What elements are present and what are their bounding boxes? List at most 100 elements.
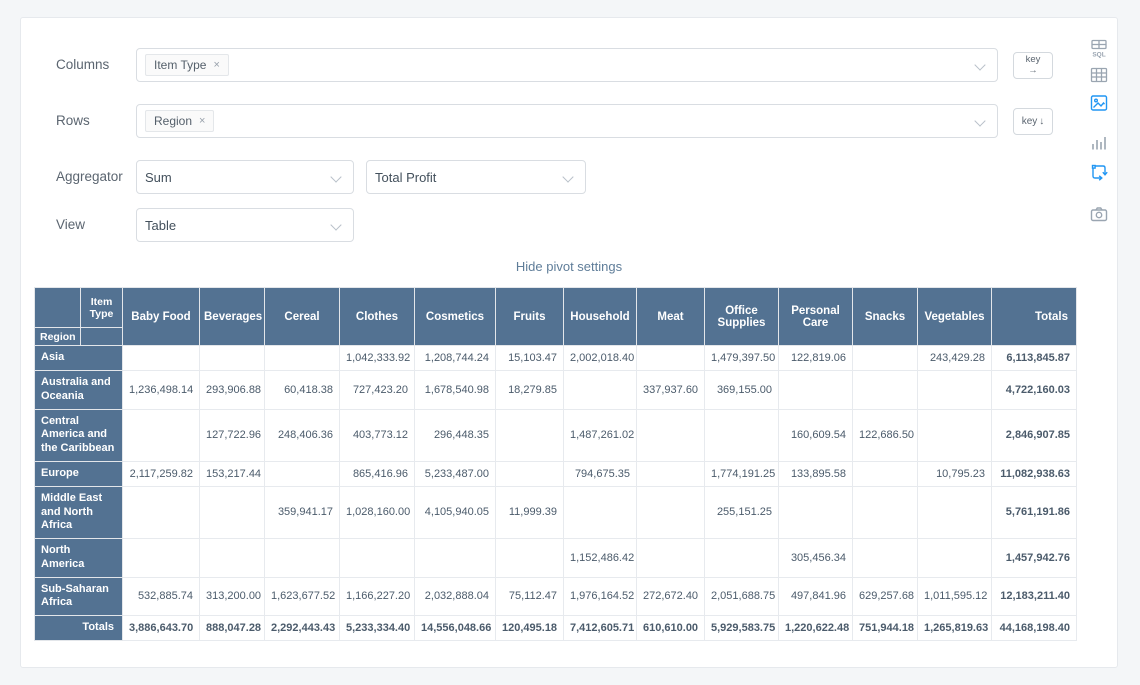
key-label: key bbox=[1026, 55, 1041, 65]
value-cell: 369,155.00 bbox=[705, 371, 779, 410]
value-cell bbox=[853, 371, 918, 410]
value-cell: 4,105,940.05 bbox=[415, 486, 496, 538]
pivot-icon[interactable] bbox=[1087, 160, 1111, 184]
value-cell: 2,117,259.82 bbox=[123, 461, 200, 486]
svg-text:SQL: SQL bbox=[1092, 52, 1105, 59]
sql-icon[interactable]: SQL bbox=[1087, 36, 1111, 60]
value-cell: 1,487,261.02 bbox=[564, 409, 637, 461]
column-total-cell: 888,047.28 bbox=[200, 616, 265, 641]
col-header: Clothes bbox=[340, 288, 415, 346]
columns-select[interactable]: Item Type × bbox=[136, 48, 998, 82]
value-cell bbox=[853, 539, 918, 578]
camera-icon[interactable] bbox=[1087, 202, 1111, 226]
pivot-table: Item TypeBaby FoodBeveragesCerealClothes… bbox=[34, 287, 1077, 641]
col-header: Cosmetics bbox=[415, 288, 496, 346]
chevron-down-icon bbox=[974, 59, 985, 70]
row-total-cell: 1,457,942.76 bbox=[992, 539, 1077, 578]
value-cell: 1,479,397.50 bbox=[705, 346, 779, 371]
row-total-cell: 2,846,907.85 bbox=[992, 409, 1077, 461]
value-cell: 127,722.96 bbox=[200, 409, 265, 461]
row-header: Central America and the Caribbean bbox=[35, 409, 123, 461]
rows-tag[interactable]: Region × bbox=[145, 110, 214, 132]
value-cell: 15,103.47 bbox=[496, 346, 564, 371]
value-cell: 403,773.12 bbox=[340, 409, 415, 461]
sort-columns-button[interactable]: key → bbox=[1013, 52, 1053, 79]
value-cell: 532,885.74 bbox=[123, 577, 200, 616]
value-cell bbox=[200, 346, 265, 371]
view-select[interactable]: Table bbox=[136, 208, 354, 242]
value-cell: 2,032,888.04 bbox=[415, 577, 496, 616]
col-header: Beverages bbox=[200, 288, 265, 346]
value-cell bbox=[200, 486, 265, 538]
value-cell bbox=[200, 539, 265, 578]
value-cell: 1,042,333.92 bbox=[340, 346, 415, 371]
rows-select[interactable]: Region × bbox=[136, 104, 998, 138]
value-cell bbox=[496, 409, 564, 461]
value-cell: 305,456.34 bbox=[779, 539, 853, 578]
value-cell bbox=[496, 539, 564, 578]
aggregator-select[interactable]: Sum bbox=[136, 160, 354, 194]
column-total-cell: 5,233,334.40 bbox=[340, 616, 415, 641]
col-header: Household bbox=[564, 288, 637, 346]
row-total-cell: 4,722,160.03 bbox=[992, 371, 1077, 410]
pivot-row: Middle East and North Africa359,941.171,… bbox=[35, 486, 1077, 538]
remove-tag-icon[interactable]: × bbox=[213, 60, 219, 71]
column-total-cell: 610,610.00 bbox=[637, 616, 705, 641]
sort-rows-button[interactable]: key ↓ bbox=[1013, 108, 1053, 135]
value-cell: 1,774,191.25 bbox=[705, 461, 779, 486]
chevron-down-icon bbox=[330, 219, 341, 230]
value-cell bbox=[637, 539, 705, 578]
value-cell bbox=[637, 486, 705, 538]
view-value: Table bbox=[145, 218, 176, 233]
column-total-cell: 14,556,048.66 bbox=[415, 616, 496, 641]
remove-tag-icon[interactable]: × bbox=[199, 116, 205, 127]
column-total-cell: 5,929,583.75 bbox=[705, 616, 779, 641]
corner-blank-2 bbox=[81, 328, 123, 346]
column-total-cell: 1,265,819.63 bbox=[918, 616, 992, 641]
totals-row-header: Totals bbox=[35, 616, 123, 641]
value-cell: 1,028,160.00 bbox=[340, 486, 415, 538]
row-total-cell: 6,113,845.87 bbox=[992, 346, 1077, 371]
value-cell bbox=[918, 409, 992, 461]
hide-pivot-settings-link[interactable]: Hide pivot settings bbox=[21, 259, 1117, 274]
chevron-down-icon bbox=[562, 171, 573, 182]
col-header: Meat bbox=[637, 288, 705, 346]
visualization-toolbar: SQL bbox=[1083, 36, 1115, 226]
row-total-cell: 5,761,191.86 bbox=[992, 486, 1077, 538]
value-cell: 296,448.35 bbox=[415, 409, 496, 461]
rows-label: Rows bbox=[56, 104, 90, 138]
value-cell: 255,151.25 bbox=[705, 486, 779, 538]
value-cell bbox=[123, 539, 200, 578]
value-cell: 1,678,540.98 bbox=[415, 371, 496, 410]
col-header: Vegetables bbox=[918, 288, 992, 346]
value-cell bbox=[123, 486, 200, 538]
column-total-cell: 751,944.18 bbox=[853, 616, 918, 641]
value-cell bbox=[123, 346, 200, 371]
value-cell: 1,976,164.52 bbox=[564, 577, 637, 616]
table-icon[interactable] bbox=[1087, 63, 1111, 87]
value-cell: 18,279.85 bbox=[496, 371, 564, 410]
value-cell: 272,672.40 bbox=[637, 577, 705, 616]
value-cell bbox=[637, 461, 705, 486]
bar-chart-icon[interactable] bbox=[1087, 131, 1111, 155]
column-total-cell: 120,495.18 bbox=[496, 616, 564, 641]
value-cell: 122,686.50 bbox=[853, 409, 918, 461]
aggregator-param-select[interactable]: Total Profit bbox=[366, 160, 586, 194]
value-cell: 1,166,227.20 bbox=[340, 577, 415, 616]
col-axis-label: Item Type bbox=[81, 288, 123, 328]
image-chart-icon[interactable] bbox=[1087, 91, 1111, 115]
row-header: Europe bbox=[35, 461, 123, 486]
value-cell: 1,623,677.52 bbox=[265, 577, 340, 616]
aggregator-value: Sum bbox=[145, 170, 172, 185]
chevron-down-icon bbox=[974, 115, 985, 126]
columns-tag[interactable]: Item Type × bbox=[145, 54, 229, 76]
value-cell: 10,795.23 bbox=[918, 461, 992, 486]
rows-tag-label: Region bbox=[154, 114, 192, 128]
view-label: View bbox=[56, 208, 85, 242]
value-cell: 122,819.06 bbox=[779, 346, 853, 371]
value-cell: 11,999.39 bbox=[496, 486, 564, 538]
value-cell bbox=[496, 461, 564, 486]
value-cell: 2,051,688.75 bbox=[705, 577, 779, 616]
col-header: Snacks bbox=[853, 288, 918, 346]
col-header: Fruits bbox=[496, 288, 564, 346]
